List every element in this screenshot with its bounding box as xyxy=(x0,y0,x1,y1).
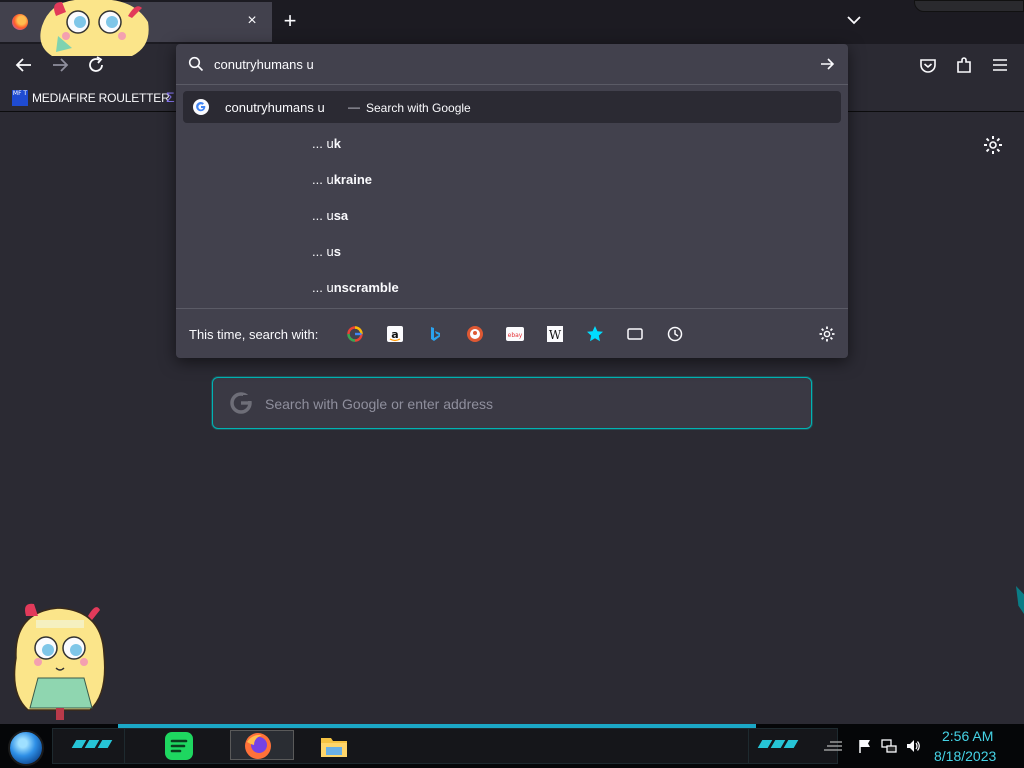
cartoon-character-graphic xyxy=(13,603,106,720)
urlbar-input[interactable]: conutryhumans u xyxy=(176,44,848,84)
tail-suggestion[interactable]: ... unscramble xyxy=(312,280,399,300)
google-icon xyxy=(230,392,253,414)
tail-prefix: ... u xyxy=(312,136,334,151)
volume-icon[interactable] xyxy=(905,738,921,754)
file-explorer-icon[interactable] xyxy=(318,730,350,762)
suggestion-query: conutryhumans u xyxy=(225,100,325,115)
new-tab-button[interactable]: + xyxy=(280,10,300,32)
spotify-icon[interactable] xyxy=(163,730,195,762)
pocket-icon[interactable] xyxy=(915,52,941,78)
tail-prefix: ... u xyxy=(312,208,334,223)
bookmarks-icon[interactable] xyxy=(585,324,605,344)
bookmark-label[interactable]: MEDIAFIRE ROULETTER xyxy=(32,91,170,105)
tail-completion: k xyxy=(333,136,341,151)
tail-completion: nscramble xyxy=(333,280,399,295)
taskbar: 2:56 AM 8/18/2023 xyxy=(0,724,1024,768)
menu-icon[interactable] xyxy=(987,52,1013,78)
tail-prefix: ... u xyxy=(312,172,334,187)
tail-prefix: ... u xyxy=(312,280,334,295)
tabs-icon[interactable] xyxy=(625,324,645,344)
taskbar-apps-area xyxy=(124,728,760,764)
duckduckgo-icon[interactable] xyxy=(465,324,485,344)
google-icon xyxy=(193,99,209,115)
firefox-icon xyxy=(12,14,28,30)
bookmark-favicon: MF T xyxy=(12,90,28,106)
search-settings-gear-icon[interactable] xyxy=(818,325,836,343)
search-suggestion-main[interactable]: conutryhumans u — Search with Google xyxy=(183,91,841,123)
history-icon[interactable] xyxy=(665,324,685,344)
go-arrow-icon[interactable] xyxy=(818,55,836,73)
settings-gear-icon[interactable] xyxy=(982,134,1004,156)
tail-suggestion[interactable]: ... us xyxy=(312,244,341,264)
tail-suggestion[interactable]: ... ukraine xyxy=(312,172,372,192)
tail-suggestion[interactable]: ... usa xyxy=(312,208,348,228)
tail-completion: kraine xyxy=(333,172,372,187)
newtab-search-box[interactable]: Search with Google or enter address xyxy=(212,377,812,429)
tail-completion: s xyxy=(333,244,341,259)
desktop-edge-graphic xyxy=(1016,586,1024,614)
action-center-flag-icon[interactable] xyxy=(857,738,873,754)
chevron-down-icon[interactable] xyxy=(844,10,864,30)
window-decoration xyxy=(914,0,1024,12)
clock-time[interactable]: 2:56 AM xyxy=(942,728,993,744)
search-icon xyxy=(188,56,204,72)
google-icon[interactable] xyxy=(345,324,365,344)
tail-suggestion[interactable]: ... uk xyxy=(312,136,341,156)
bookmark-partial-icon[interactable]: Σ xyxy=(166,89,175,105)
taskbar-chevron-decoration xyxy=(757,740,800,750)
one-off-label: This time, search with: xyxy=(189,327,319,342)
divider xyxy=(176,84,848,85)
network-icon[interactable] xyxy=(881,738,897,754)
bing-icon[interactable] xyxy=(425,324,445,344)
urlbar-query[interactable]: conutryhumans u xyxy=(214,57,314,72)
ebay-icon[interactable]: ebay xyxy=(505,324,525,344)
extensions-icon[interactable] xyxy=(951,52,977,78)
amazon-icon[interactable]: a xyxy=(385,324,405,344)
svg-text:a: a xyxy=(391,328,398,341)
close-tab-button[interactable]: × xyxy=(244,10,260,32)
start-button[interactable] xyxy=(8,730,44,766)
taskbar-chevron-decoration xyxy=(71,740,114,750)
taskbar-toolbar-icon[interactable] xyxy=(822,738,844,754)
svg-text:ebay: ebay xyxy=(508,332,523,339)
suggestion-separator: — xyxy=(348,100,360,114)
cartoon-character-graphic xyxy=(40,0,149,56)
svg-text:W: W xyxy=(549,328,562,342)
suggestion-action: Search with Google xyxy=(366,101,471,115)
search-placeholder: Search with Google or enter address xyxy=(265,396,494,412)
firefox-icon[interactable] xyxy=(242,730,274,762)
tail-prefix: ... u xyxy=(312,244,334,259)
clock-date[interactable]: 8/18/2023 xyxy=(934,748,996,764)
wikipedia-icon[interactable]: W xyxy=(545,324,565,344)
tail-completion: sa xyxy=(333,208,349,223)
divider xyxy=(176,308,848,309)
urlbar-popup: conutryhumans u conutryhumans u — Search… xyxy=(176,44,848,358)
